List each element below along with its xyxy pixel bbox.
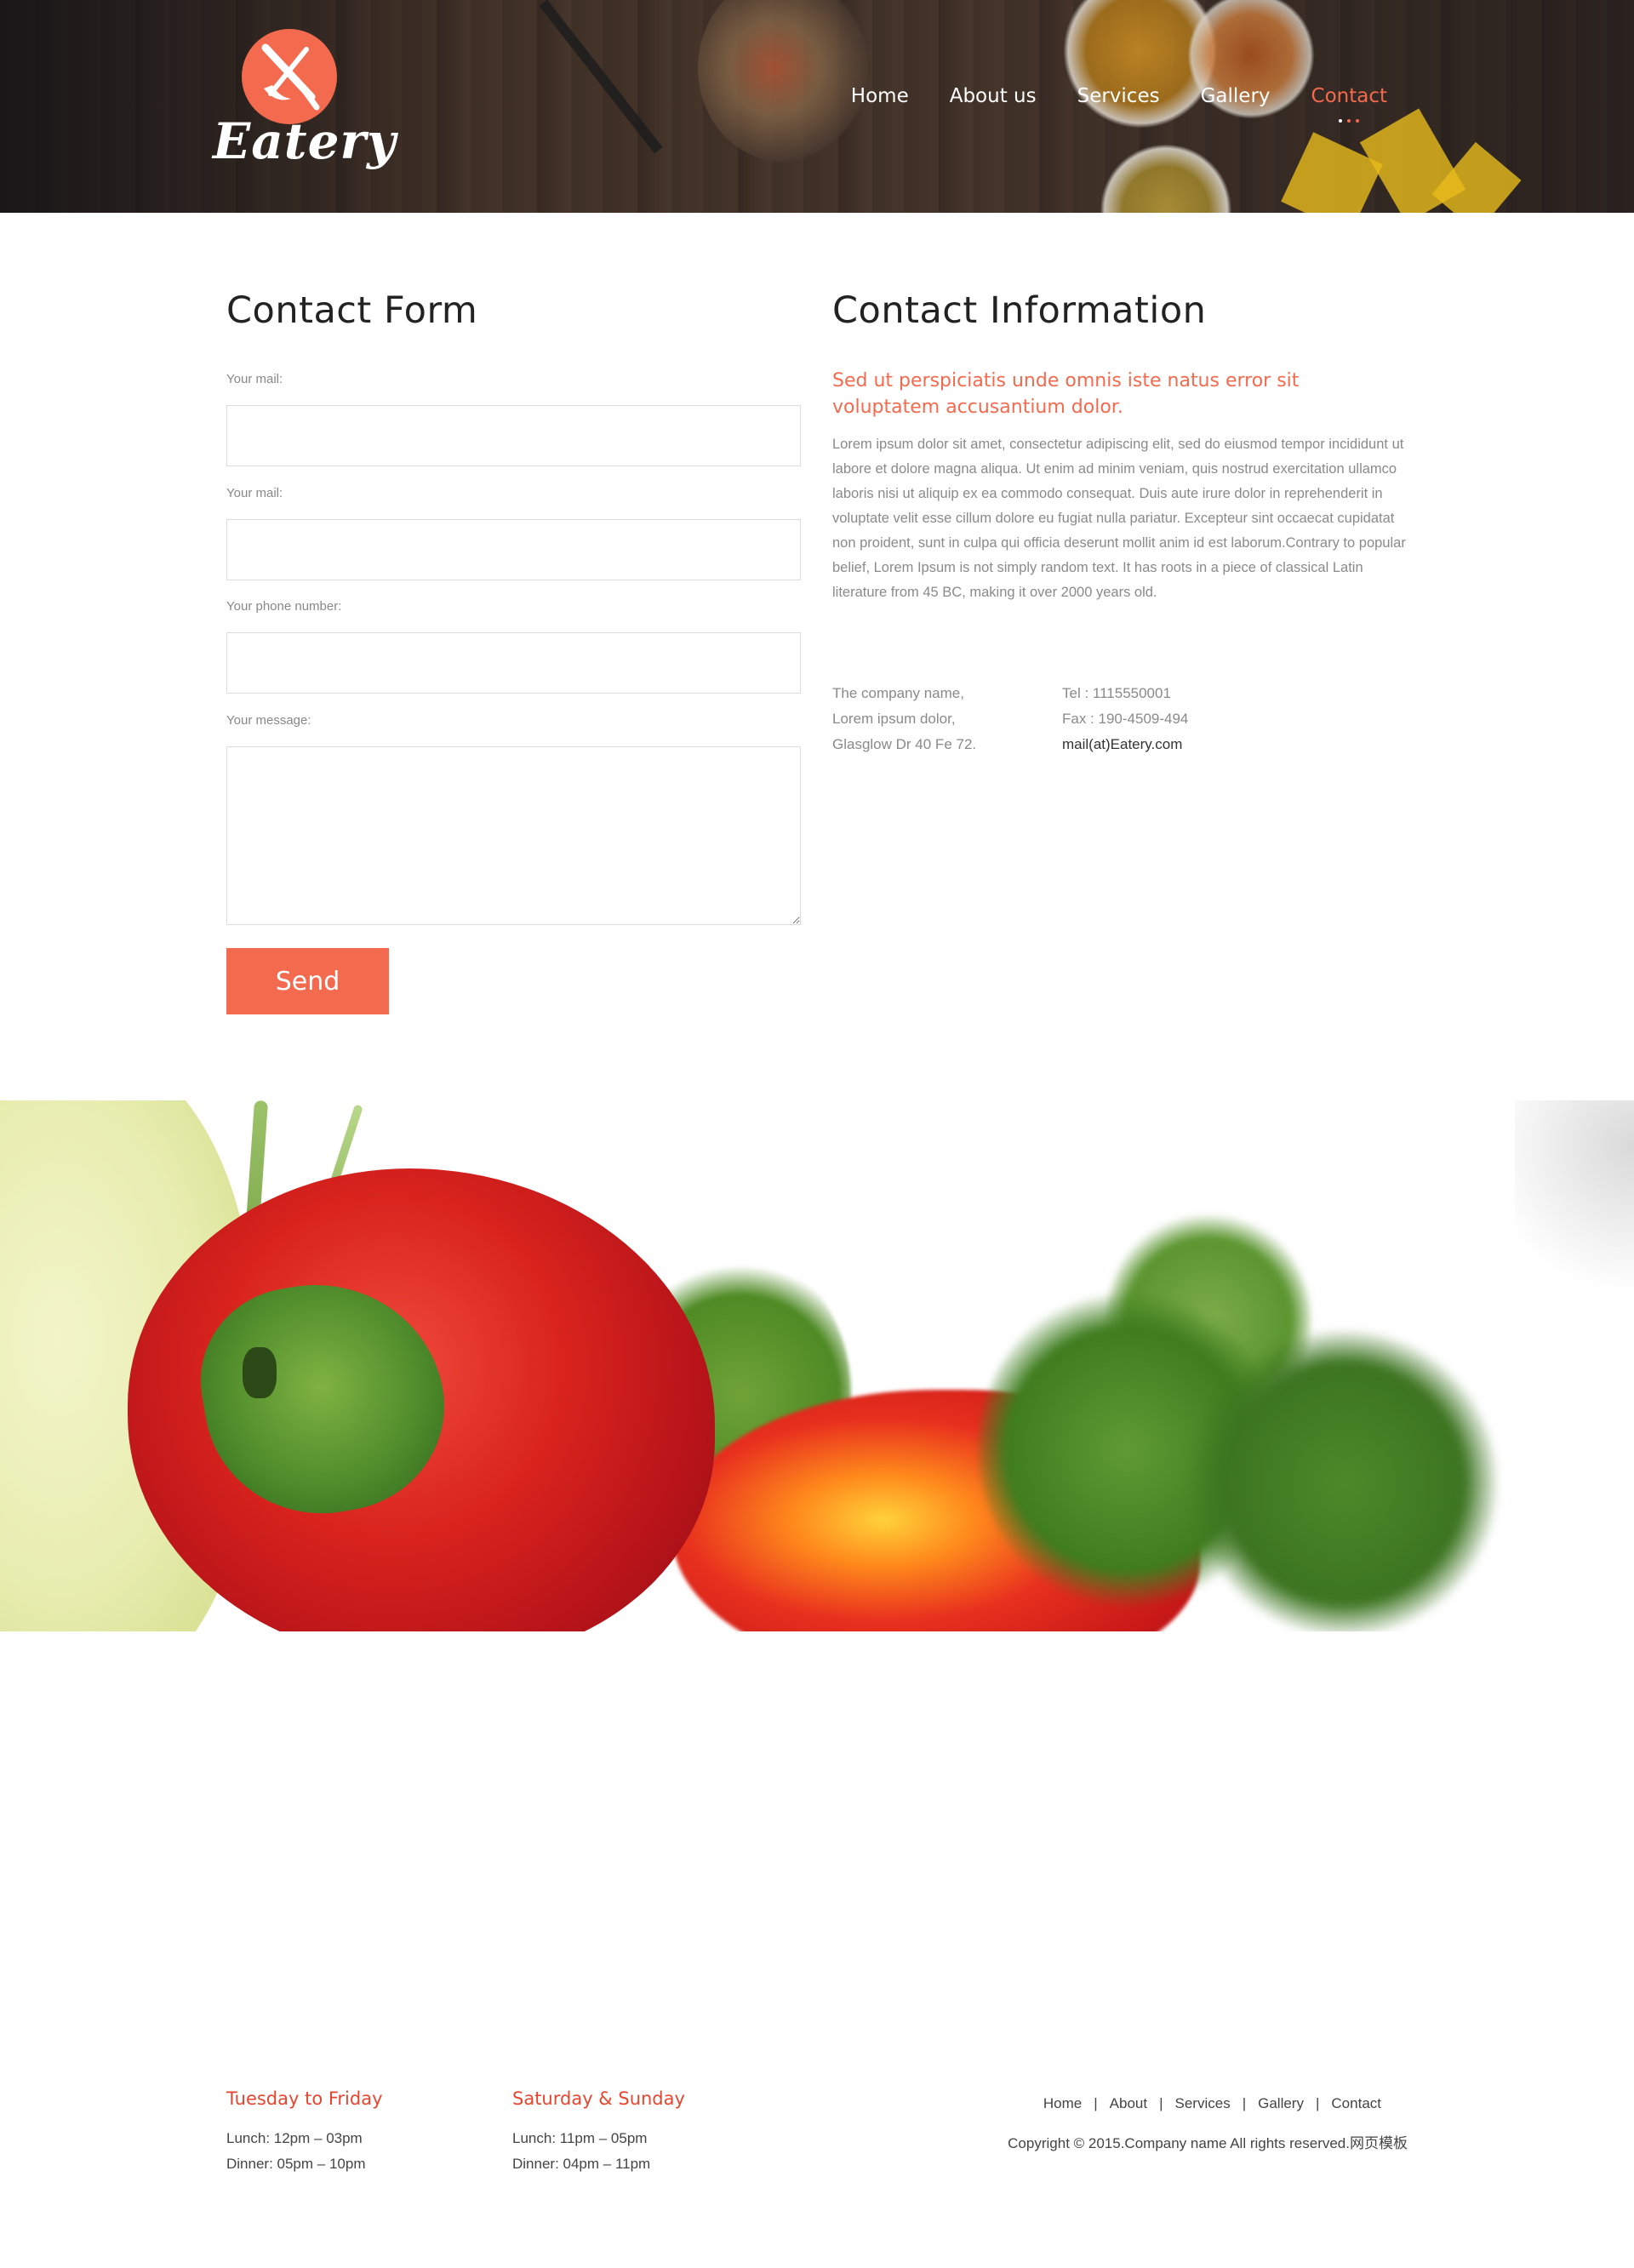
hours-lunch: Lunch: 12pm – 03pm	[226, 2130, 363, 2146]
header-background-bowl	[1094, 145, 1238, 213]
mail-label-2: Your mail:	[226, 486, 283, 500]
address-line: Lorem ipsum dolor,	[832, 711, 956, 727]
hours-title: Tuesday to Friday	[226, 2088, 383, 2109]
send-button[interactable]: Send	[226, 948, 389, 1014]
address-line: Glasglow Dr 40 Fe 72.	[832, 736, 977, 752]
hours-lunch: Lunch: 11pm – 05pm	[512, 2130, 648, 2146]
site-footer: Tuesday to Friday Lunch: 12pm – 03pm Din…	[0, 2059, 1634, 2268]
email-link[interactable]: mail(at)Eatery.com	[1062, 732, 1317, 757]
footer-nav-separator: |	[1315, 2095, 1320, 2111]
footer-nav-gallery[interactable]: Gallery	[1258, 2095, 1304, 2112]
footer-nav-services[interactable]: Services	[1175, 2095, 1231, 2112]
footer-nav-contact[interactable]: Contact	[1331, 2095, 1381, 2112]
message-label: Your message:	[226, 713, 311, 728]
nav-services[interactable]: Services	[1077, 85, 1160, 107]
banner-parsley	[1191, 1330, 1498, 1631]
hours-dinner: Dinner: 04pm – 11pm	[512, 2156, 651, 2172]
footer-nav: Home | About | Services | Gallery | Cont…	[1043, 2095, 1381, 2112]
active-indicator-dots	[1339, 119, 1360, 123]
phone-label: Your phone number:	[226, 599, 342, 614]
contact-section: Contact Form Your mail: Your mail: Your …	[226, 289, 1409, 1055]
site-header: Eatery Home About us Services Gallery Co…	[0, 0, 1634, 213]
mail-input[interactable]	[226, 405, 801, 466]
hours-title: Saturday & Sunday	[512, 2088, 685, 2109]
footer-nav-separator: |	[1242, 2095, 1247, 2111]
main-nav: Home About us Services Gallery Contact	[810, 85, 1387, 123]
contact-info-body: Lorem ipsum dolor sit amet, consectetur …	[832, 437, 1406, 600]
nav-contact[interactable]: Contact	[1311, 85, 1387, 123]
banner-pepper-stem	[243, 1347, 277, 1398]
contact-form: Contact Form Your mail: Your mail: Your …	[226, 289, 801, 1014]
mail-label: Your mail:	[226, 372, 283, 386]
hours-weekday: Tuesday to Friday Lunch: 12pm – 03pm Din…	[226, 2088, 482, 2177]
hours-dinner: Dinner: 05pm – 10pm	[226, 2156, 366, 2172]
banner-haze	[1515, 1100, 1634, 1322]
logo-text: Eatery	[213, 112, 397, 170]
copyright-text: Copyright © 2015.Company name All rights…	[1008, 2135, 1408, 2151]
contact-details: Tel : 1115550001 Fax : 190-4509-494 mail…	[1062, 681, 1317, 757]
footer-nav-separator: |	[1094, 2095, 1098, 2111]
header-background-straw	[539, 0, 663, 154]
footer-nav-separator: |	[1159, 2095, 1163, 2111]
mail-input-2[interactable]	[226, 519, 801, 580]
address-block: The company name, Lorem ipsum dolor, Gla…	[832, 681, 1054, 757]
contact-info-title: Contact Information	[832, 289, 1207, 332]
nav-about-us[interactable]: About us	[950, 85, 1037, 107]
contact-info-lead: Sed ut perspiciatis unde omnis iste natu…	[832, 370, 1300, 418]
nav-home[interactable]: Home	[851, 85, 909, 107]
logo-cutlery-icon	[242, 29, 337, 124]
nav-gallery[interactable]: Gallery	[1201, 85, 1271, 107]
message-textarea[interactable]	[226, 746, 801, 925]
contact-information: Contact Information Sed ut perspiciatis …	[832, 289, 1411, 752]
header-background-drink	[698, 0, 868, 162]
address-line: The company name,	[832, 685, 964, 701]
hours-weekend: Saturday & Sunday Lunch: 11pm – 05pm Din…	[512, 2088, 768, 2177]
contact-form-title: Contact Form	[226, 289, 478, 332]
vegetable-banner-image	[0, 1100, 1634, 1631]
header-background-chip	[1431, 141, 1522, 213]
site-logo[interactable]: Eatery	[213, 29, 397, 182]
footer-nav-home[interactable]: Home	[1043, 2095, 1082, 2112]
phone-input[interactable]	[226, 632, 801, 694]
footer-nav-about[interactable]: About	[1110, 2095, 1147, 2112]
fax-number: Fax : 190-4509-494	[1062, 711, 1189, 727]
phone-number: Tel : 1115550001	[1062, 685, 1171, 701]
nav-contact-label: Contact	[1311, 85, 1387, 107]
